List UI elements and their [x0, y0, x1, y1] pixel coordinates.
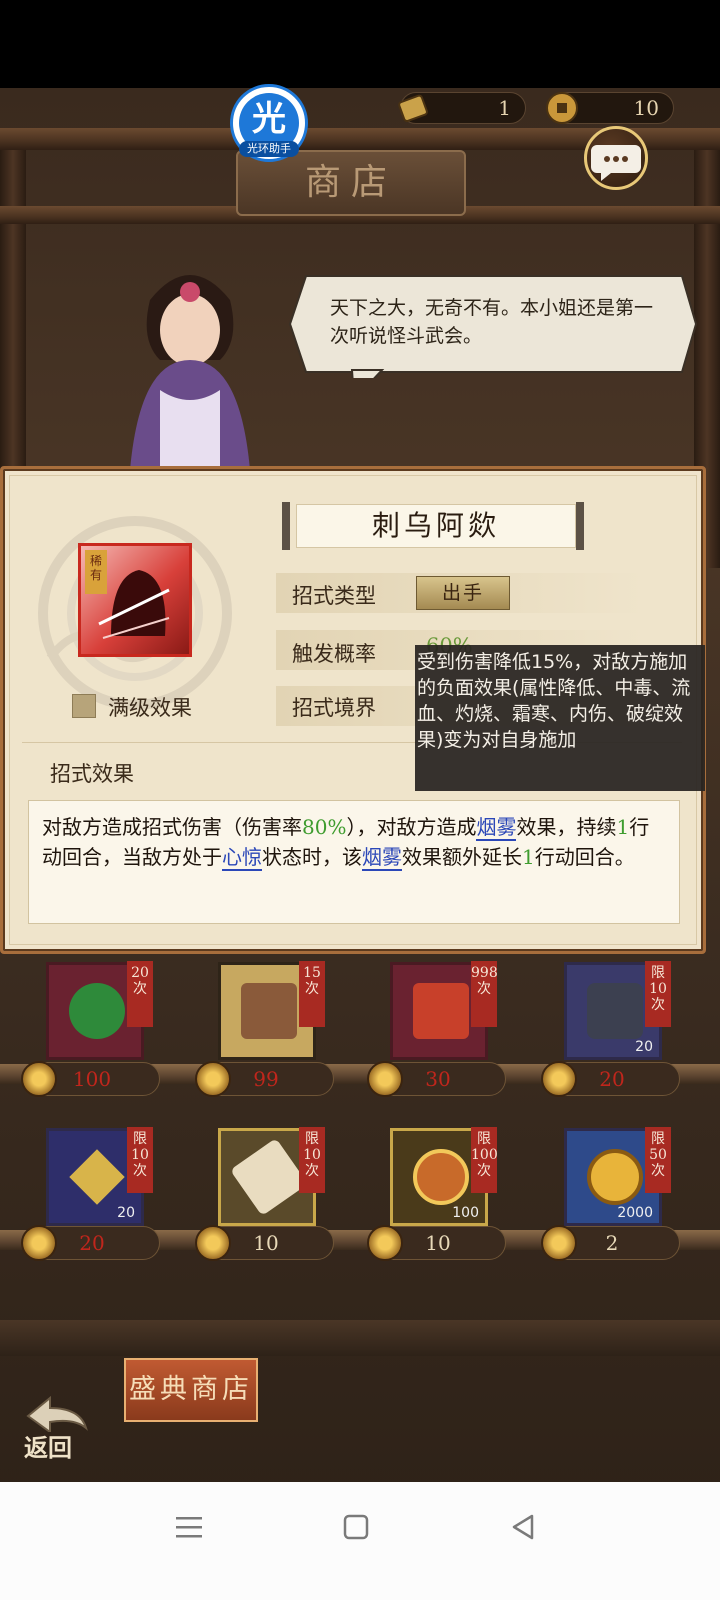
price-value: 20 — [599, 1067, 625, 1091]
purchase-limit: 限10次 — [127, 1127, 153, 1193]
chest-icon — [241, 983, 297, 1039]
frame-bracket — [576, 502, 584, 550]
copper-coin-icon — [587, 1149, 643, 1205]
menu-icon[interactable] — [170, 1508, 210, 1548]
desc-text: 效果，持续 — [516, 815, 617, 839]
shelf — [0, 1320, 720, 1356]
price-value: 100 — [72, 1067, 112, 1091]
purchase-limit: 限100次 — [471, 1127, 498, 1193]
coin-icon — [195, 1061, 231, 1097]
purchase-limit: 20次 — [127, 961, 153, 1027]
desc-text: 状态时，该 — [262, 845, 362, 869]
frame-bracket — [282, 502, 290, 550]
price-value: 99 — [253, 1067, 279, 1091]
token-value: 1 — [498, 96, 511, 120]
shop-item[interactable]: 限10次 20 — [46, 1127, 153, 1226]
skill-name: 刺乌阿欻 — [296, 504, 576, 548]
item-count: 100 — [452, 1205, 479, 1221]
coin-icon — [541, 1061, 577, 1097]
chat-bubble-icon — [591, 145, 641, 181]
coin-icon — [195, 1225, 231, 1261]
jade-icon — [69, 983, 125, 1039]
purchase-limit: 限10次 — [299, 1127, 325, 1193]
giftbox-icon — [413, 983, 469, 1039]
price-tag[interactable]: 20 — [21, 1225, 160, 1261]
price-tag[interactable]: 10 — [367, 1225, 506, 1261]
coin-icon — [541, 1225, 577, 1261]
price-value: 20 — [79, 1231, 105, 1255]
type-label: 招式类型 — [292, 584, 376, 608]
purchase-limit: 15次 — [299, 961, 325, 1027]
shop-item[interactable]: 限50次 2000 — [564, 1127, 671, 1226]
purchase-limit: 998次 — [471, 961, 498, 1027]
rarity-tag: 稀有 — [85, 550, 107, 594]
coin-icon — [546, 92, 578, 124]
skill-description: 对敌方造成招式伤害（伤害率80%），对敌方造成烟雾效果，持续1行动回合，当敌方处… — [42, 812, 662, 872]
shop-item[interactable]: 998次 — [390, 961, 498, 1060]
desc-text: ），对敌方造成 — [346, 815, 477, 839]
shop-item[interactable]: 限10次 — [218, 1127, 325, 1226]
desc-number: 80% — [302, 815, 347, 839]
shop-item[interactable]: 20次 — [46, 961, 153, 1060]
coin-icon — [21, 1225, 57, 1261]
price-tag[interactable]: 10 — [195, 1225, 334, 1261]
token-counter: 1 — [398, 92, 526, 124]
keyword-link[interactable]: 心惊 — [222, 845, 262, 871]
full-level-checkbox[interactable] — [72, 694, 96, 718]
return-arrow-icon — [26, 1395, 88, 1434]
price-tag[interactable]: 20 — [541, 1061, 680, 1097]
purchase-limit: 限50次 — [645, 1127, 671, 1193]
desc-text: 对敌方造成招式伤害（伤害率 — [42, 815, 302, 839]
halo-assistant-label: 光环助手 — [239, 141, 299, 157]
skill-icon: 稀有 — [78, 543, 192, 657]
effect-title: 招式效果 — [50, 762, 134, 786]
coin-icon — [367, 1061, 403, 1097]
price-value: 10 — [253, 1231, 279, 1255]
price-tag[interactable]: 30 — [367, 1061, 506, 1097]
price-value: 30 — [425, 1067, 451, 1091]
shuriken-icon — [69, 1149, 125, 1205]
coin-counter: 10 — [546, 92, 674, 124]
item-count: 20 — [635, 1039, 653, 1055]
shop-item[interactable]: 限100次 100 — [390, 1127, 498, 1226]
desc-number: 1 — [616, 815, 630, 839]
medallion-icon — [413, 1149, 469, 1205]
chat-button[interactable] — [584, 126, 648, 190]
realm-label: 招式境界 — [292, 696, 376, 720]
desc-number: 1 — [522, 845, 535, 869]
coin-icon — [21, 1061, 57, 1097]
purchase-limit: 限10次 — [645, 961, 671, 1027]
price-value: 2 — [605, 1231, 619, 1255]
price-value: 10 — [425, 1231, 451, 1255]
home-icon[interactable] — [336, 1508, 376, 1548]
festival-shop-button[interactable]: 盛典商店 — [124, 1358, 258, 1422]
price-tag[interactable]: 100 — [21, 1061, 160, 1097]
keyword-link[interactable]: 烟雾 — [476, 815, 517, 841]
npc-character — [130, 275, 250, 470]
item-count: 2000 — [617, 1205, 653, 1221]
ore-icon — [587, 983, 643, 1039]
realm-tooltip: 受到伤害降低15%，对敌方施加的负面效果(属性降低、中毒、流血、灼烧、霜寒、内伤… — [415, 645, 705, 791]
item-count: 20 — [117, 1205, 135, 1221]
shop-item[interactable]: 限10次 20 — [564, 961, 671, 1060]
price-tag[interactable]: 2 — [541, 1225, 680, 1261]
full-level-label: 满级效果 — [108, 696, 192, 720]
token-icon — [398, 94, 428, 122]
coin-icon — [367, 1225, 403, 1261]
status-bar — [0, 0, 720, 88]
desc-text: 行动回合。 — [534, 845, 635, 869]
keyword-link[interactable]: 烟雾 — [362, 845, 402, 871]
desc-text: 效果额外延长 — [402, 845, 522, 869]
type-badge: 出手 — [416, 576, 510, 610]
trigger-label: 触发概率 — [292, 642, 376, 666]
price-tag[interactable]: 99 — [195, 1061, 334, 1097]
coin-value: 10 — [633, 96, 659, 120]
back-button[interactable]: 返回 — [20, 1392, 92, 1466]
halo-assistant-button[interactable]: 光 光环助手 — [230, 84, 308, 162]
scroll-icon — [230, 1138, 308, 1216]
back-triangle-icon[interactable] — [504, 1508, 544, 1548]
back-label: 返回 — [24, 1433, 72, 1462]
npc-speech: 天下之大，无奇不有。本小姐还是第一次听说怪斗武会。 — [330, 297, 654, 347]
shop-item[interactable]: 15次 — [218, 961, 325, 1060]
